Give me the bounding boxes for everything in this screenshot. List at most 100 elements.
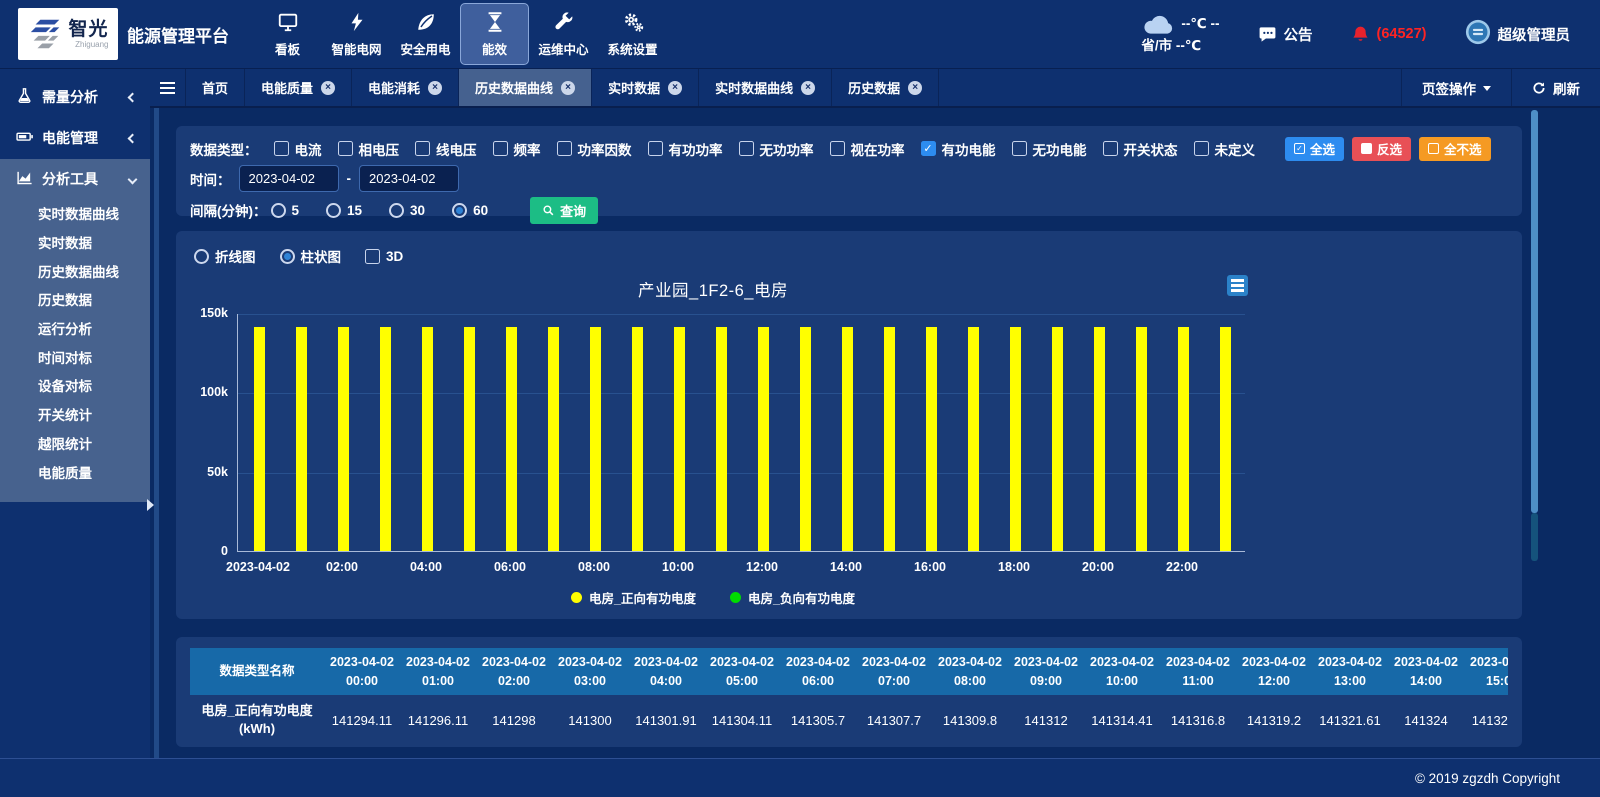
x-tick-label: 06:00 <box>494 560 526 574</box>
nav-item-smart-grid[interactable]: 智能电网 <box>322 3 391 65</box>
checked-box-icon: ✓ <box>1294 143 1305 154</box>
tab-home[interactable]: 首页 <box>186 69 245 106</box>
sidebar-item-realtime-data[interactable]: 实时数据 <box>0 228 150 257</box>
bar-电房_正向有功电度-12:00 <box>758 327 769 551</box>
sidebar-item-time-benchmark[interactable]: 时间对标 <box>0 342 150 371</box>
sidebar-item-realtime-curve[interactable]: 实时数据曲线 <box>0 199 150 228</box>
sidebar-group-label: 分析工具 <box>42 169 98 189</box>
hamburger-menu-icon[interactable] <box>150 69 186 106</box>
sidebar-item-device-benchmark[interactable]: 设备对标 <box>0 371 150 400</box>
checkbox-icon <box>648 141 663 156</box>
checkbox-label: 无功电能 <box>1033 139 1087 159</box>
invert-selection-button[interactable]: 反选 <box>1352 137 1411 161</box>
header-time: 14:00 <box>1388 672 1464 690</box>
sidebar-item-history-data[interactable]: 历史数据 <box>0 285 150 314</box>
refresh-button[interactable]: 刷新 <box>1511 69 1600 106</box>
sidebar-collapse-handle[interactable] <box>147 499 154 511</box>
datatype-checkbox-power-factor[interactable]: 功率因数 <box>557 139 632 159</box>
sidebar-item-history-curve[interactable]: 历史数据曲线 <box>0 256 150 285</box>
datatype-checkbox-switch-status[interactable]: 开关状态 <box>1103 139 1178 159</box>
datatype-checkbox-active-power[interactable]: 有功功率 <box>648 139 723 159</box>
chart-mode-line-mode[interactable]: 折线图 <box>194 246 256 266</box>
radio-icon <box>452 203 467 218</box>
checkbox-icon <box>1194 141 1209 156</box>
checkbox-icon <box>557 141 572 156</box>
tab-history-curve[interactable]: 历史数据曲线× <box>459 69 592 106</box>
datatype-checkbox-undefined[interactable]: 未定义 <box>1194 139 1256 159</box>
close-icon[interactable]: × <box>321 81 335 95</box>
date-from-input[interactable] <box>239 165 339 192</box>
close-icon[interactable]: × <box>668 81 682 95</box>
nav-item-kanban[interactable]: 看板 <box>253 3 322 65</box>
tab-operations-dropdown[interactable]: 页签操作 <box>1401 69 1511 106</box>
radio-icon <box>389 203 404 218</box>
hourglass-icon <box>484 11 506 33</box>
close-icon[interactable]: × <box>561 81 575 95</box>
radio-icon <box>271 203 286 218</box>
datatype-checkbox-active-energy[interactable]: ✓有功电能 <box>921 139 996 159</box>
close-icon[interactable]: × <box>801 81 815 95</box>
monitor-icon <box>277 11 299 33</box>
sidebar-item-limit-stats[interactable]: 越限统计 <box>0 429 150 458</box>
close-icon[interactable]: × <box>908 81 922 95</box>
legend-item[interactable]: 电房_正向有功电度 <box>571 588 696 607</box>
bar-电房_正向有功电度-04:00 <box>422 327 433 551</box>
tab-realtime-data[interactable]: 实时数据× <box>592 69 699 106</box>
query-button[interactable]: 查询 <box>530 197 598 224</box>
legend-item[interactable]: 电房_负向有功电度 <box>730 588 855 607</box>
nav-item-ops-center[interactable]: 运维中心 <box>529 3 598 65</box>
bar-电房_正向有功电度-02:00 <box>338 327 349 551</box>
chart-mode-3d-mode[interactable]: 3D <box>365 249 403 264</box>
notice-button[interactable]: 公告 <box>1258 24 1313 45</box>
tab-realtime-curve[interactable]: 实时数据曲线× <box>699 69 832 106</box>
user-menu[interactable]: 超级管理员 <box>1465 19 1571 49</box>
datatype-checkbox-frequency[interactable]: 频率 <box>493 139 541 159</box>
datatype-checkbox-reactive-energy[interactable]: 无功电能 <box>1012 139 1087 159</box>
alerts-button[interactable]: (64527) <box>1351 25 1427 44</box>
datatype-checkbox-phase-voltage[interactable]: 相电压 <box>338 139 400 159</box>
header-date: 2023-04-02 <box>1464 653 1508 671</box>
sidebar-item-power-quality[interactable]: 电能质量 <box>0 457 150 486</box>
datatype-checkbox-apparent-power[interactable]: 视在功率 <box>830 139 905 159</box>
header-date: 2023-04-02 <box>400 653 476 671</box>
chevron-down-icon <box>128 174 138 184</box>
chart-menu-icon[interactable] <box>1227 275 1248 296</box>
nav-item-system-settings[interactable]: 系统设置 <box>598 3 667 65</box>
sidebar-item-switch-stats[interactable]: 开关统计 <box>0 400 150 429</box>
interval-radio-15[interactable]: 15 <box>326 203 362 218</box>
date-to-input[interactable] <box>359 165 459 192</box>
legend-dot-icon <box>730 592 741 603</box>
sidebar-group-analysis-tools[interactable]: 分析工具 <box>0 159 150 199</box>
x-tick-label: 02:00 <box>326 560 358 574</box>
table-cell: 141321.61 <box>1312 713 1388 728</box>
header-time: 02:00 <box>476 672 552 690</box>
x-tick-label: 08:00 <box>578 560 610 574</box>
datatype-checkbox-line-voltage[interactable]: 线电压 <box>415 139 477 159</box>
datatype-checkbox-reactive-power[interactable]: 无功功率 <box>739 139 814 159</box>
close-icon[interactable]: × <box>428 81 442 95</box>
scrollbar-thumb[interactable] <box>1531 110 1538 513</box>
interval-radio-5[interactable]: 5 <box>271 203 300 218</box>
datatype-checkbox-current[interactable]: 电流 <box>274 139 322 159</box>
select-all-button[interactable]: ✓全选 <box>1285 137 1344 161</box>
table-panel: 数据类型名称2023-04-0200:002023-04-0201:002023… <box>176 637 1522 747</box>
top-navbar: 智光 Zhiguang 能源管理平台 看板智能电网安全用电能效运维中心系统设置 … <box>0 0 1600 69</box>
sidebar-group-demand-analysis[interactable]: 需量分析 <box>0 77 150 117</box>
sidebar-item-operation-analysis[interactable]: 运行分析 <box>0 314 150 343</box>
sidebar-group-energy-management[interactable]: 电能管理 <box>0 118 150 158</box>
vertical-scrollbar <box>1531 110 1538 561</box>
header-time: 09:00 <box>1008 672 1084 690</box>
nav-item-safe-power[interactable]: 安全用电 <box>391 3 460 65</box>
interval-radio-60[interactable]: 60 <box>452 203 488 218</box>
interval-radio-30[interactable]: 30 <box>389 203 425 218</box>
nav-item-energy-efficiency[interactable]: 能效 <box>460 3 529 65</box>
checkbox-label: 视在功率 <box>851 139 905 159</box>
tab-history-data[interactable]: 历史数据× <box>832 69 939 106</box>
table-header-cell: 2023-04-0208:00 <box>932 653 1008 689</box>
select-none-button[interactable]: 全不选 <box>1419 137 1491 161</box>
checkbox-icon <box>739 141 754 156</box>
tab-energy-consumption[interactable]: 电能消耗× <box>352 69 459 106</box>
chart-mode-bar-mode[interactable]: 柱状图 <box>280 246 342 266</box>
wrench-icon <box>553 11 575 33</box>
tab-power-quality[interactable]: 电能质量× <box>245 69 352 106</box>
